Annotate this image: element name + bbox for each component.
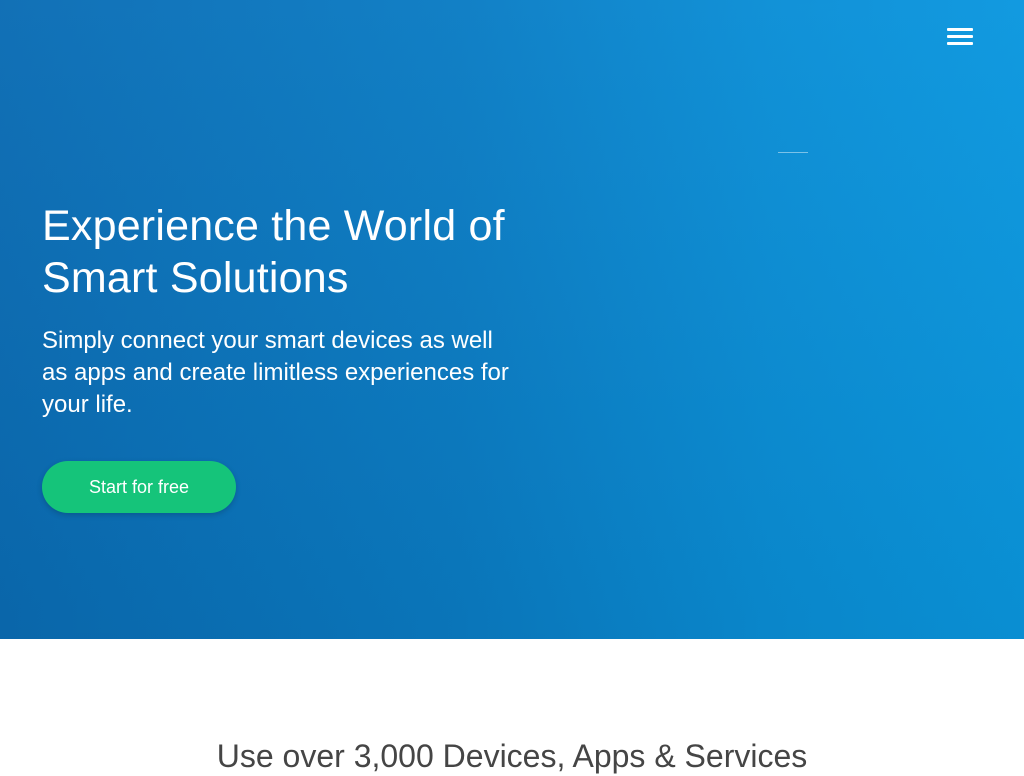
- hero-background-overlay: [0, 0, 1024, 639]
- menu-bar-top: [947, 28, 973, 31]
- menu-bar-middle: [947, 35, 973, 38]
- hero-section: Experience the World of Smart Solutions …: [0, 0, 1024, 639]
- hero-subtitle: Simply connect your smart devices as wel…: [42, 327, 509, 418]
- hero-divider-line: [778, 152, 808, 153]
- hamburger-menu-icon[interactable]: [944, 24, 976, 50]
- hero-title: Experience the World of Smart Solutions: [42, 202, 505, 302]
- features-section-title: Use over 3,000 Devices, Apps & Services: [216, 738, 808, 774]
- menu-bar-bottom: [947, 42, 973, 45]
- start-for-free-button[interactable]: Start for free: [42, 461, 236, 513]
